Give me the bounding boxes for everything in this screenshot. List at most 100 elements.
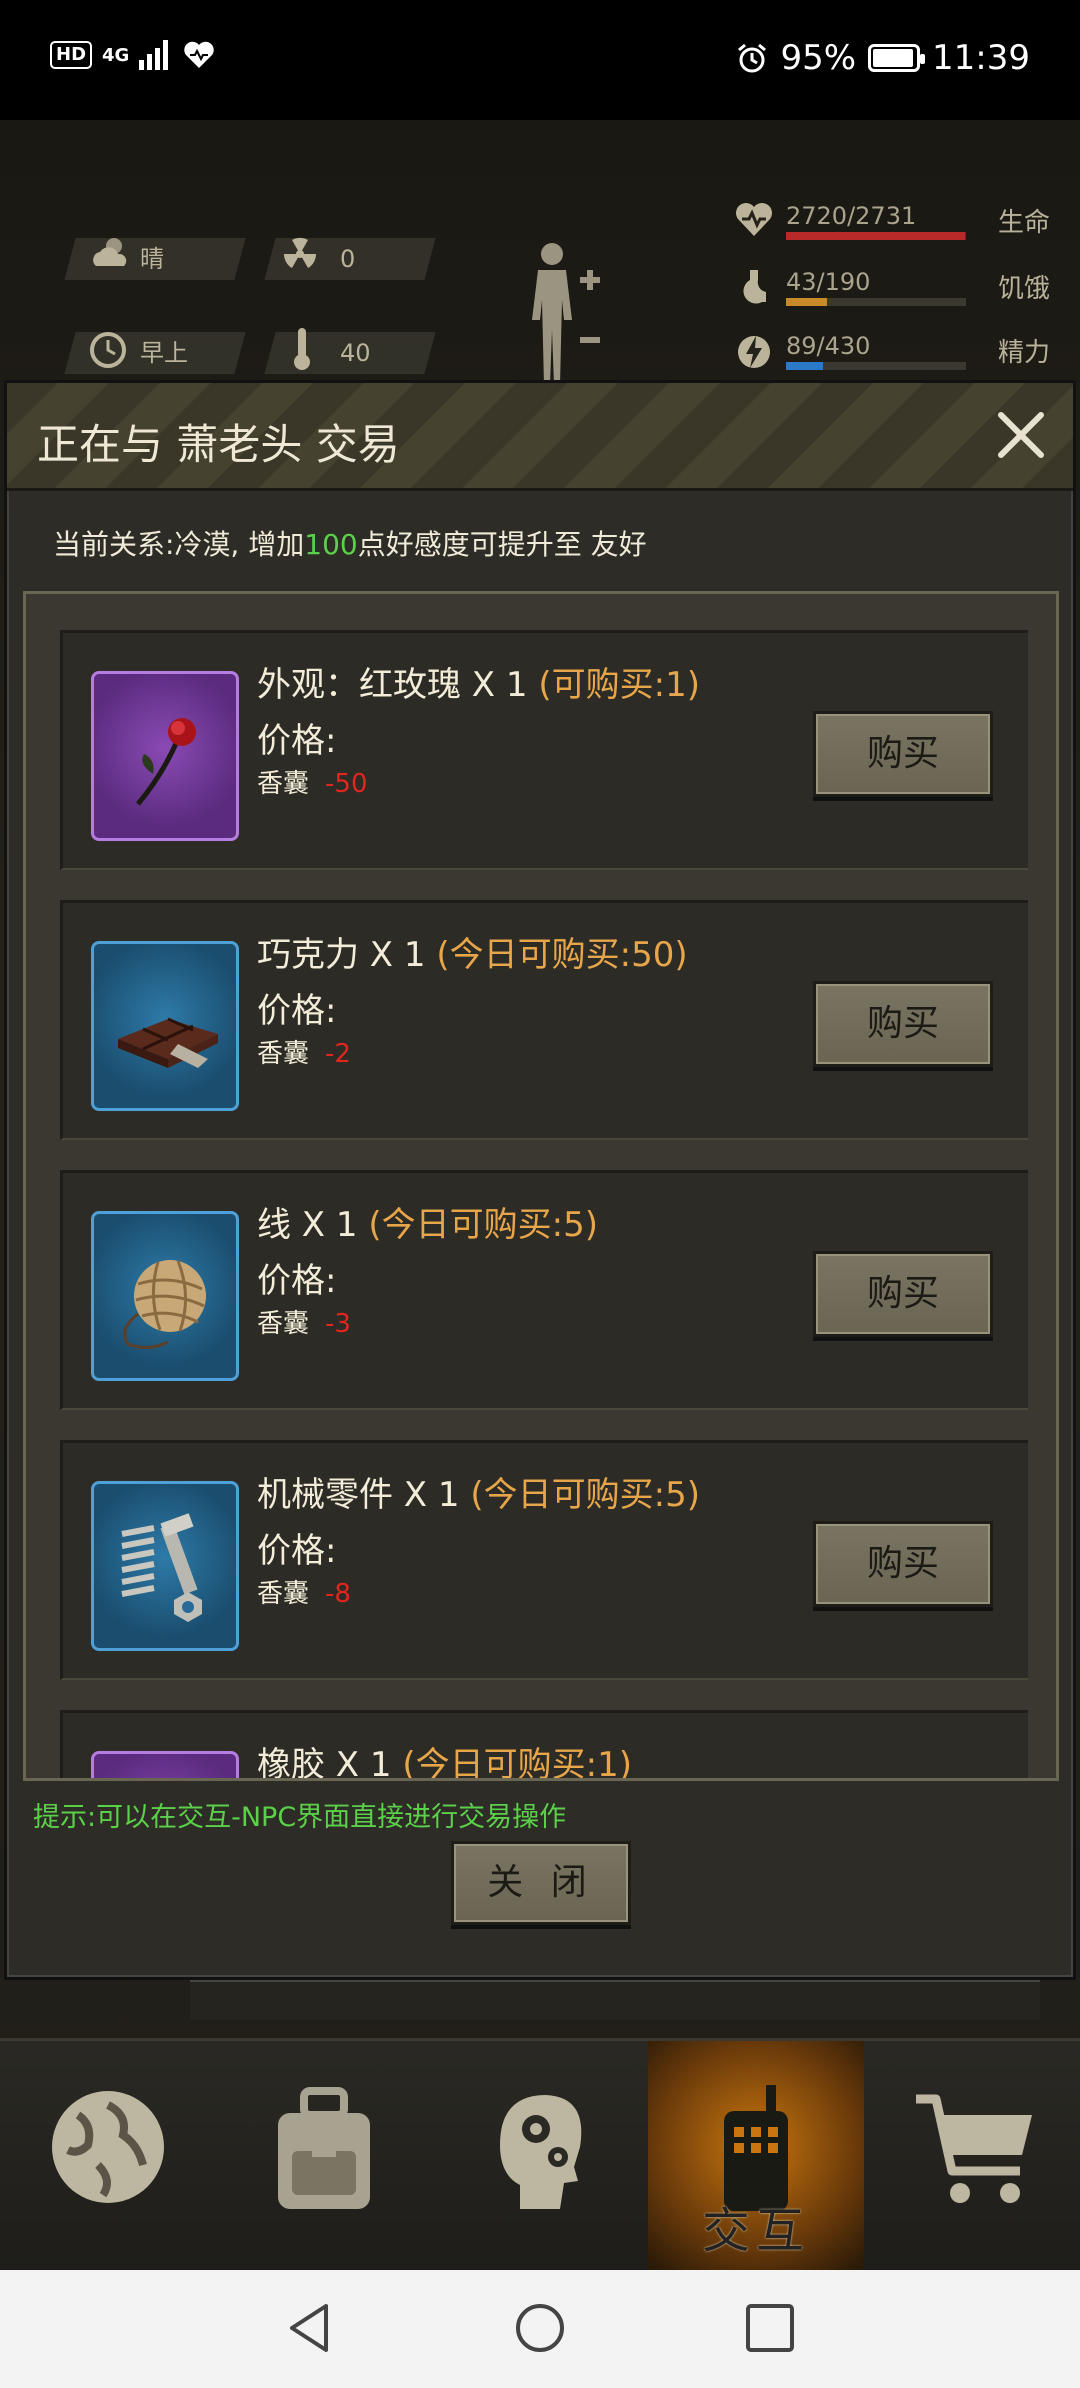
- item-thumbnail: [91, 941, 239, 1111]
- hint-text: 提示:可以在交互-NPC界面直接进行交易操作: [33, 1802, 567, 1833]
- backpack-icon: [278, 2087, 370, 2209]
- relation-text: 当前关系:冷漠, 增加100点好感度可提升至 友好: [53, 523, 647, 563]
- item-name: 橡胶 X 1 (今日可购买:1): [257, 1737, 632, 1781]
- stat-value: 89/430: [786, 332, 871, 360]
- price-cost: -50: [325, 769, 368, 799]
- home-icon[interactable]: [512, 2300, 568, 2356]
- list-item: 外观：红玫瑰 X 1 (可购买:1) 价格: 香囊 -50 购买: [60, 630, 1028, 870]
- nav-backpack[interactable]: [216, 2041, 432, 2273]
- item-thumbnail: [91, 1751, 239, 1778]
- price-label: 价格:: [257, 1261, 337, 1301]
- item-limit: (今日可购买:1): [402, 1745, 632, 1781]
- system-nav-bar: [0, 2270, 1080, 2388]
- list-item: 机械零件 X 1 (今日可购买:5) 价格: 香囊 -8 购买: [60, 1440, 1028, 1680]
- item-list[interactable]: 外观：红玫瑰 X 1 (可购买:1) 价格: 香囊 -50 购买 巧克力 X 1 …: [23, 591, 1059, 1781]
- cloud-sun-icon: [93, 238, 127, 266]
- item-name: 巧克力 X 1 (今日可购买:50): [257, 927, 688, 976]
- price-line: 香囊 -8: [257, 1573, 351, 1610]
- chocolate-icon: [118, 1017, 218, 1068]
- yarn-ball-icon: [123, 1260, 206, 1349]
- item-thumbnail: [91, 1211, 239, 1381]
- status-left: HD 4G: [50, 40, 215, 70]
- mechanical-parts-icon: [121, 1513, 202, 1622]
- health-heart-icon: [184, 41, 215, 68]
- item-name: 机械零件 X 1 (今日可购买:5): [257, 1467, 700, 1516]
- dialog-title: 正在与 萧老头 交易: [37, 420, 400, 469]
- back-icon[interactable]: [282, 2300, 338, 2356]
- head-gears-icon: [500, 2095, 582, 2209]
- radiation-icon: [283, 237, 317, 268]
- trade-dialog: 正在与 萧老头 交易 当前关系:冷漠, 增加100点好感度可提升至 友好 外观：…: [4, 380, 1076, 1980]
- background-tabs: [190, 1980, 1040, 2020]
- price-cost: -3: [325, 1309, 351, 1339]
- price-label: 价格:: [257, 1531, 337, 1571]
- buy-button[interactable]: 购买: [813, 711, 993, 797]
- clock-icon: [90, 332, 126, 368]
- price-label: 价格:: [257, 721, 337, 761]
- nav-shop[interactable]: [864, 2041, 1080, 2273]
- price-line: 香囊 -50: [257, 763, 367, 800]
- cart-icon: [916, 2094, 1032, 2203]
- list-item: 线 X 1 (今日可购买:5) 价格: 香囊 -3 购买: [60, 1170, 1028, 1410]
- price-line: 香囊 -2: [257, 1033, 351, 1070]
- signal-icon: [139, 40, 169, 70]
- hd-badge: HD: [50, 41, 93, 69]
- globe-icon: [52, 2091, 164, 2203]
- stat-value: 2720/2731: [786, 202, 917, 230]
- stomach-icon: [743, 270, 766, 304]
- item-name: 外观：红玫瑰 X 1 (可购买:1): [257, 657, 700, 706]
- stat-bar: [786, 232, 966, 240]
- relation-suffix: 点好感度可提升至 友好: [357, 528, 647, 561]
- nav-map[interactable]: [0, 2041, 216, 2273]
- buy-button[interactable]: 购买: [813, 1251, 993, 1337]
- temperature-value: 40: [340, 339, 371, 367]
- stat-value: 43/190: [786, 268, 871, 296]
- item-thumbnail: [91, 671, 239, 841]
- nav-interact[interactable]: 交互: [648, 2041, 864, 2273]
- item-limit: (今日可购买:5): [368, 1205, 598, 1245]
- close-button[interactable]: 关 闭: [451, 1841, 631, 1925]
- hud: 晴 0 早上 40 2720/2731 生命 43/190 饥饿 89/430 …: [0, 180, 1080, 385]
- item-title: 巧克力 X 1: [257, 935, 426, 975]
- nav-interact-label: 交互: [701, 2203, 810, 2259]
- battery-percent: 95%: [780, 38, 857, 78]
- recents-icon[interactable]: [742, 2300, 798, 2356]
- thermometer-icon: [294, 328, 310, 370]
- close-icon[interactable]: [991, 405, 1051, 465]
- energy-bolt-icon: [738, 336, 770, 368]
- body-status-icon[interactable]: [520, 240, 600, 390]
- item-limit: (可购买:1): [538, 665, 700, 705]
- relation-points: 100: [304, 528, 358, 561]
- price-currency: 香囊: [257, 1039, 310, 1069]
- item-limit: (今日可购买:5): [470, 1475, 700, 1515]
- rose-icon: [136, 718, 196, 806]
- stat-bar: [786, 298, 966, 306]
- status-right: 95% 11:39: [736, 38, 1030, 78]
- list-item: 橡胶 X 1 (今日可购买:1): [60, 1710, 1028, 1781]
- list-item: 巧克力 X 1 (今日可购买:50) 价格: 香囊 -2 购买: [60, 900, 1028, 1140]
- bottom-nav: 交互: [0, 2038, 1080, 2273]
- item-title: 外观：红玫瑰 X 1: [257, 665, 528, 705]
- item-limit: (今日可购买:50): [436, 935, 688, 975]
- clock: 11:39: [932, 38, 1030, 78]
- item-title: 橡胶 X 1: [257, 1745, 392, 1781]
- alarm-icon: [738, 43, 767, 73]
- item-thumbnail: [91, 1481, 239, 1651]
- buy-button[interactable]: 购买: [813, 981, 993, 1067]
- price-cost: -2: [325, 1039, 351, 1069]
- item-name: 线 X 1 (今日可购买:5): [257, 1197, 598, 1246]
- item-title: 机械零件 X 1: [257, 1475, 460, 1515]
- price-currency: 香囊: [257, 1579, 310, 1609]
- stat-label: 生命: [997, 208, 1050, 238]
- nav-skills[interactable]: [432, 2041, 648, 2273]
- stat-energy: 89/430 精力: [730, 330, 1050, 380]
- item-title: 线 X 1: [257, 1205, 358, 1245]
- buy-button[interactable]: 购买: [813, 1521, 993, 1607]
- stat-label: 饥饿: [997, 274, 1050, 304]
- network-label: 4G: [102, 44, 130, 66]
- dialog-header: 正在与 萧老头 交易: [7, 383, 1073, 491]
- price-currency: 香囊: [257, 1309, 310, 1339]
- stat-bar: [786, 362, 966, 370]
- heart-pulse-icon: [736, 203, 772, 236]
- price-line: 香囊 -3: [257, 1303, 351, 1340]
